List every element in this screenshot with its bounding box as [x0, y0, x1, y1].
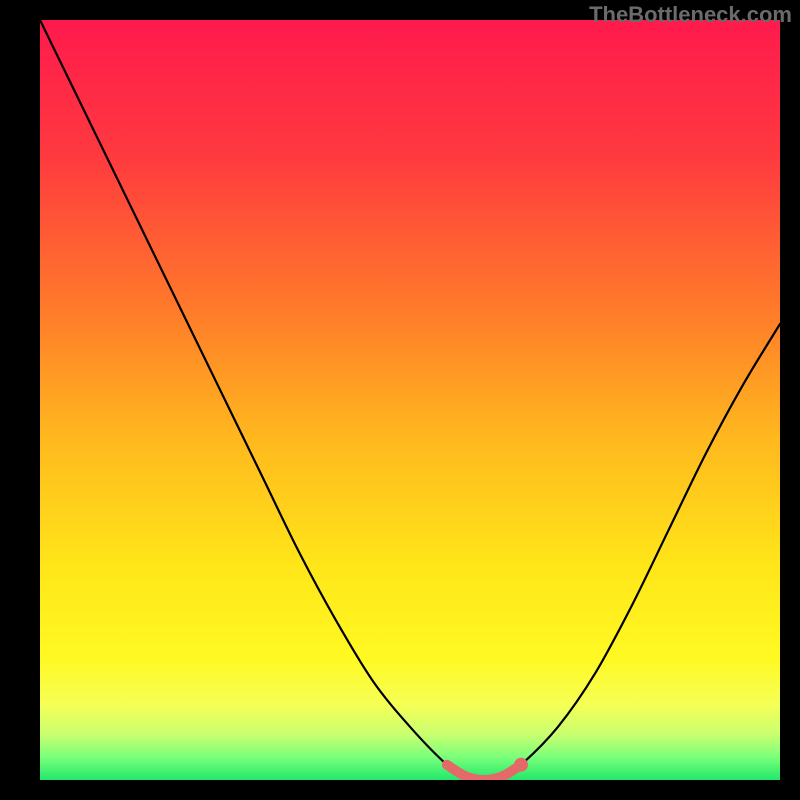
chart-frame: TheBottleneck.com	[0, 0, 800, 800]
gradient-rect	[40, 20, 780, 780]
plot-area	[40, 20, 780, 780]
background-gradient	[40, 20, 780, 780]
watermark-text: TheBottleneck.com	[589, 2, 792, 28]
